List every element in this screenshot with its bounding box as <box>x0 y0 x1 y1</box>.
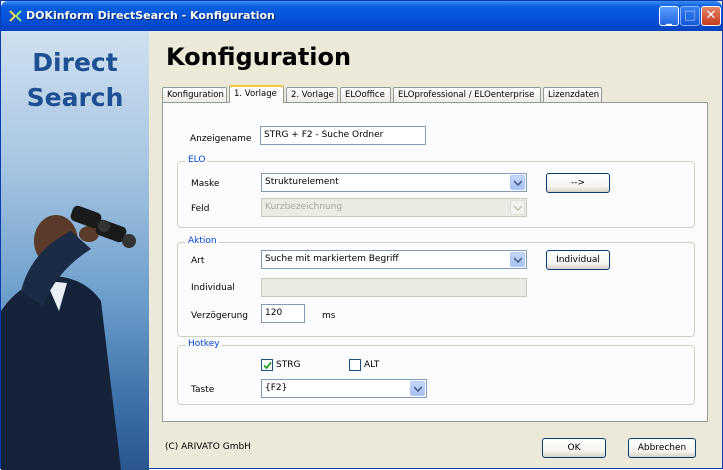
ms-unit-label: ms <box>322 311 336 321</box>
individual-label: Individual <box>191 283 235 293</box>
tab-vorlage-2[interactable]: 2. Vorlage <box>286 87 338 102</box>
cancel-button[interactable]: Abbrechen <box>628 438 696 458</box>
art-value: Suche mit markiertem Begriff <box>265 254 399 264</box>
strg-label: STRG <box>276 360 301 370</box>
tab-panel-vorlage-1: Anzeigename STRG + F2 - Suche Ordner ELO… <box>162 102 708 422</box>
verzoegerung-input[interactable]: 120 <box>261 304 305 323</box>
strg-checkbox[interactable] <box>261 359 273 371</box>
minimize-button[interactable]: _ <box>659 6 679 26</box>
config-window: DOKinform DirectSearch - Konfiguration _… <box>0 0 723 470</box>
feld-value: Kurzbezeichnung <box>265 202 343 212</box>
anzeigename-label: Anzeigename <box>190 134 252 144</box>
chevron-down-icon[interactable] <box>410 381 425 396</box>
maximize-button[interactable]: □ <box>680 6 700 26</box>
ok-button[interactable]: OK <box>542 438 606 458</box>
tab-vorlage-1[interactable]: 1. Vorlage <box>229 85 284 103</box>
aktion-group-title: Aktion <box>186 236 219 246</box>
chevron-down-icon <box>510 200 525 215</box>
taste-select[interactable]: {F2} <box>261 379 427 398</box>
binoculars-person-illustration <box>1 205 136 470</box>
verzoegerung-label: Verzögerung <box>191 311 248 321</box>
tab-lizenzdaten[interactable]: Lizenzdaten <box>543 87 602 102</box>
hotkey-group: Hotkey STRG ALT Taste {F2} <box>177 339 695 405</box>
individual-input <box>261 278 527 297</box>
art-label: Art <box>191 256 205 266</box>
brand-line-2: Search <box>26 83 124 112</box>
brand-line-1: Direct <box>32 48 118 77</box>
elo-group: ELO Maske Strukturelement --> Feld Kurzb… <box>177 155 695 228</box>
maske-label: Maske <box>191 179 220 189</box>
page-title: Konfiguration <box>166 43 352 71</box>
individual-button[interactable]: Individual <box>546 250 610 270</box>
chevron-down-icon[interactable] <box>510 252 525 267</box>
taste-value: {F2} <box>265 383 288 393</box>
window-title: DOKinform DirectSearch - Konfiguration <box>26 9 275 22</box>
feld-label: Feld <box>191 204 210 214</box>
close-icon: ✕ <box>705 8 717 23</box>
feld-select: Kurzbezeichnung <box>261 198 527 217</box>
close-button[interactable]: ✕ <box>701 6 721 26</box>
maske-select[interactable]: Strukturelement <box>261 173 527 192</box>
taste-label: Taste <box>191 385 215 395</box>
tab-elooffice[interactable]: ELOoffice <box>340 87 391 102</box>
chevron-down-icon[interactable] <box>510 175 525 190</box>
tab-eloprofessional[interactable]: ELOprofessional / ELOenterprise <box>393 87 541 102</box>
maske-value: Strukturelement <box>265 177 339 187</box>
maske-arrow-button[interactable]: --> <box>546 173 610 193</box>
hotkey-group-title: Hotkey <box>186 339 222 349</box>
brand-panel: Direct Search <box>1 31 149 470</box>
alt-label: ALT <box>364 360 380 370</box>
anzeigename-input[interactable]: STRG + F2 - Suche Ordner <box>260 126 426 145</box>
tab-konfiguration[interactable]: Konfiguration <box>162 87 227 102</box>
title-bar[interactable]: DOKinform DirectSearch - Konfiguration _… <box>1 1 722 31</box>
app-icon <box>9 10 22 22</box>
maximize-icon: □ <box>683 8 697 23</box>
aktion-group: Aktion Art Suche mit markiertem Begriff … <box>177 236 695 337</box>
minimize-icon: _ <box>666 11 672 25</box>
checkmark-icon <box>263 361 272 370</box>
elo-group-title: ELO <box>186 155 208 165</box>
alt-checkbox[interactable] <box>349 359 361 371</box>
copyright-text: (C) ARIVATO GmbH <box>165 442 251 452</box>
art-select[interactable]: Suche mit markiertem Begriff <box>261 250 527 269</box>
